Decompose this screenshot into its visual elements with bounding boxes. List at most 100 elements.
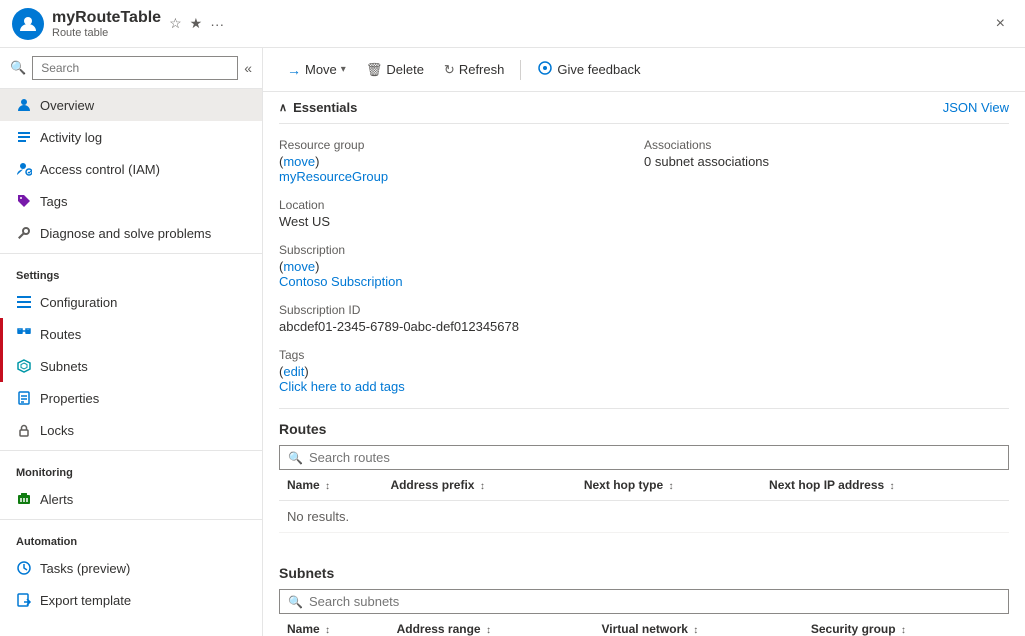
move-button-label: Move (305, 62, 337, 77)
sidebar-item-label: Tags (40, 194, 67, 209)
sidebar-item-tags[interactable]: Tags (0, 185, 262, 217)
sort-icon[interactable]: ↕ (486, 625, 491, 636)
settings-section-header: Settings (0, 258, 262, 286)
subscription-label: Subscription (279, 243, 628, 257)
close-button[interactable]: × (988, 11, 1013, 37)
sort-icon[interactable]: ↕ (890, 481, 895, 492)
routes-search-box: 🔍 (279, 445, 1009, 470)
sort-icon[interactable]: ↕ (901, 625, 906, 636)
sidebar-item-export-template[interactable]: Export template (0, 584, 262, 616)
sort-icon[interactable]: ↕ (669, 481, 674, 492)
subnets-col-security-group: Security group ↕ (803, 614, 1009, 636)
routes-no-results: No results. (279, 501, 1009, 533)
sidebar-item-activity-log[interactable]: Activity log (0, 121, 262, 153)
tags-label: Tags (279, 348, 628, 362)
subscription-field: Subscription (move) Contoso Subscription (279, 239, 644, 293)
feedback-button[interactable]: Give feedback (529, 56, 648, 83)
sidebar-item-alerts[interactable]: Alerts (0, 483, 262, 515)
subnets-table: Name ↕ Address range ↕ Virtual network ↕ (279, 614, 1009, 636)
sidebar-item-label: Overview (40, 98, 94, 113)
sidebar-item-tasks[interactable]: Tasks (preview) (0, 552, 262, 584)
sidebar-item-access-control[interactable]: Access control (IAM) (0, 153, 262, 185)
sidebar-item-properties[interactable]: Properties (0, 382, 262, 414)
alert-icon (16, 491, 32, 507)
routes-no-results-row: No results. (279, 501, 1009, 533)
sidebar-item-subnets[interactable]: Subnets (0, 350, 262, 382)
subnets-section: Subnets 🔍 Name ↕ Address range (279, 553, 1009, 636)
header: myRouteTable Route table ☆ ★ ··· × (0, 0, 1025, 48)
sort-icon[interactable]: ↕ (325, 625, 330, 636)
main-content: → Move ▾ 🗑 Delete ↻ Refresh (263, 48, 1025, 636)
essentials-collapse-icon[interactable]: ∧ (279, 101, 287, 114)
sidebar-item-configuration[interactable]: Configuration (0, 286, 262, 318)
essentials-title-label: Essentials (293, 100, 357, 115)
tags-add-link[interactable]: Click here to add tags (279, 379, 405, 394)
routes-col-address-prefix: Address prefix ↕ (382, 470, 575, 501)
sidebar-item-label: Activity log (40, 130, 102, 145)
resource-avatar (12, 8, 44, 40)
subnets-section-title: Subnets (279, 565, 1009, 581)
sort-icon[interactable]: ↕ (693, 625, 698, 636)
subnets-search-input[interactable] (309, 594, 1000, 609)
more-options-icon[interactable]: ··· (210, 16, 224, 32)
delete-icon: 🗑 (366, 62, 383, 78)
routes-icon (16, 326, 32, 342)
resource-group-field: Resource group (move) myResourceGroup (279, 134, 644, 188)
sidebar-item-label: Properties (40, 391, 99, 406)
resource-name: myRouteTable (52, 9, 161, 27)
subnets-col-address-range: Address range ↕ (389, 614, 594, 636)
tags-edit-link[interactable]: edit (283, 364, 304, 379)
config-icon (16, 294, 32, 310)
move-arrow-icon: → (287, 62, 301, 78)
delete-button-label: Delete (386, 62, 424, 77)
subscription-id-label: Subscription ID (279, 303, 628, 317)
routes-search-input[interactable] (309, 450, 1000, 465)
toolbar: → Move ▾ 🗑 Delete ↻ Refresh (263, 48, 1025, 92)
sidebar-item-locks[interactable]: Locks (0, 414, 262, 446)
subnets-col-name: Name ↕ (279, 614, 389, 636)
location-label: Location (279, 198, 628, 212)
delete-button[interactable]: 🗑 Delete (358, 58, 432, 82)
tag-icon (16, 193, 32, 209)
sidebar-item-diagnose[interactable]: Diagnose and solve problems (0, 217, 262, 249)
refresh-button[interactable]: ↻ Refresh (436, 58, 512, 82)
subscription-link[interactable]: Contoso Subscription (279, 274, 403, 289)
sidebar-item-label: Diagnose and solve problems (40, 226, 211, 241)
person-badge-icon (16, 161, 32, 177)
subnets-col-virtual-network: Virtual network ↕ (593, 614, 802, 636)
search-icon: 🔍 (10, 60, 26, 76)
json-view-link[interactable]: JSON View (943, 100, 1009, 115)
lock-icon (16, 422, 32, 438)
tags-value: (edit) Click here to add tags (279, 364, 628, 394)
person-icon (16, 97, 32, 113)
sidebar-item-label: Export template (40, 593, 131, 608)
routes-table: Name ↕ Address prefix ↕ Next hop type ↕ (279, 470, 1009, 533)
resource-group-value: (move) myResourceGroup (279, 154, 628, 184)
refresh-icon: ↻ (444, 62, 455, 78)
sidebar-item-overview[interactable]: Overview (0, 89, 262, 121)
collapse-icon[interactable]: « (244, 60, 252, 76)
resource-group-label: Resource group (279, 138, 628, 152)
favorite-star-outline-icon[interactable]: ☆ (169, 15, 182, 32)
resource-group-move-link[interactable]: move (283, 154, 315, 169)
sidebar-item-label: Tasks (preview) (40, 561, 130, 576)
sort-icon[interactable]: ↕ (325, 481, 330, 492)
feedback-button-label: Give feedback (557, 62, 640, 77)
automation-section-header: Automation (0, 524, 262, 552)
subscription-id-value: abcdef01-2345-6789-0abc-def012345678 (279, 319, 628, 334)
sidebar-item-label: Routes (40, 327, 81, 342)
wrench-icon (16, 225, 32, 241)
location-field: Location West US (279, 194, 644, 233)
resource-group-link[interactable]: myResourceGroup (279, 169, 388, 184)
search-input[interactable] (32, 56, 238, 80)
subnets-search-icon: 🔍 (288, 595, 303, 609)
move-button[interactable]: → Move ▾ (279, 58, 354, 82)
sort-icon[interactable]: ↕ (480, 481, 485, 492)
subscription-move-link[interactable]: move (283, 259, 315, 274)
export-icon (16, 592, 32, 608)
pin-icon[interactable]: ★ (190, 15, 203, 32)
tags-field: Tags (edit) Click here to add tags (279, 344, 644, 398)
sidebar-item-label: Access control (IAM) (40, 162, 160, 177)
list-icon (16, 129, 32, 145)
sidebar-item-routes[interactable]: Routes (0, 318, 262, 350)
